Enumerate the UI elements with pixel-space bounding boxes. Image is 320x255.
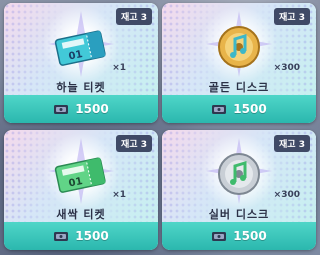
price-value: 1500 — [75, 229, 109, 243]
shop-item-card-golden-disc[interactable]: 재고 3 ×300 골든 디스크 1500 — [162, 3, 316, 123]
golden-disc-icon — [218, 26, 260, 68]
card-art-area: 01 재고 3 ×1 하늘 티켓 — [4, 3, 158, 95]
ticket-currency-icon — [212, 105, 227, 114]
card-art-area: 01 재고 3 ×1 새싹 티켓 — [4, 130, 158, 222]
item-name: 하늘 티켓 — [56, 81, 106, 94]
price-value: 1500 — [75, 102, 109, 116]
price-button[interactable]: 1500 — [162, 95, 316, 123]
silver-disc-icon — [218, 153, 260, 195]
stock-badge: 재고 3 — [116, 8, 152, 25]
stock-badge: 재고 3 — [274, 135, 310, 152]
item-quantity: ×300 — [273, 190, 300, 200]
shop-item-card-silver-disc[interactable]: 재고 3 ×300 실버 디스크 1500 — [162, 130, 316, 250]
shop-item-card-sprout-ticket[interactable]: 01 재고 3 ×1 새싹 티켓 1500 — [4, 130, 158, 250]
item-name: 골든 디스크 — [208, 81, 270, 94]
price-button[interactable]: 1500 — [162, 222, 316, 250]
price-value: 1500 — [233, 102, 267, 116]
ticket-currency-icon — [212, 232, 227, 241]
item-name: 실버 디스크 — [208, 208, 270, 221]
price-button[interactable]: 1500 — [4, 222, 158, 250]
price-value: 1500 — [233, 229, 267, 243]
shop-item-card-sky-ticket[interactable]: 01 재고 3 ×1 하늘 티켓 1500 — [4, 3, 158, 123]
item-quantity: ×1 — [112, 63, 126, 73]
stock-badge: 재고 3 — [274, 8, 310, 25]
card-art-area: 재고 3 ×300 골든 디스크 — [162, 3, 316, 95]
item-name: 새싹 티켓 — [56, 208, 106, 221]
stock-badge: 재고 3 — [116, 135, 152, 152]
card-art-area: 재고 3 ×300 실버 디스크 — [162, 130, 316, 222]
item-quantity: ×300 — [273, 63, 300, 73]
ticket-currency-icon — [54, 105, 69, 114]
sky-ticket-icon: 01 — [54, 30, 106, 66]
item-quantity: ×1 — [112, 190, 126, 200]
price-button[interactable]: 1500 — [4, 95, 158, 123]
sprout-ticket-icon: 01 — [54, 157, 106, 193]
ticket-currency-icon — [54, 232, 69, 241]
